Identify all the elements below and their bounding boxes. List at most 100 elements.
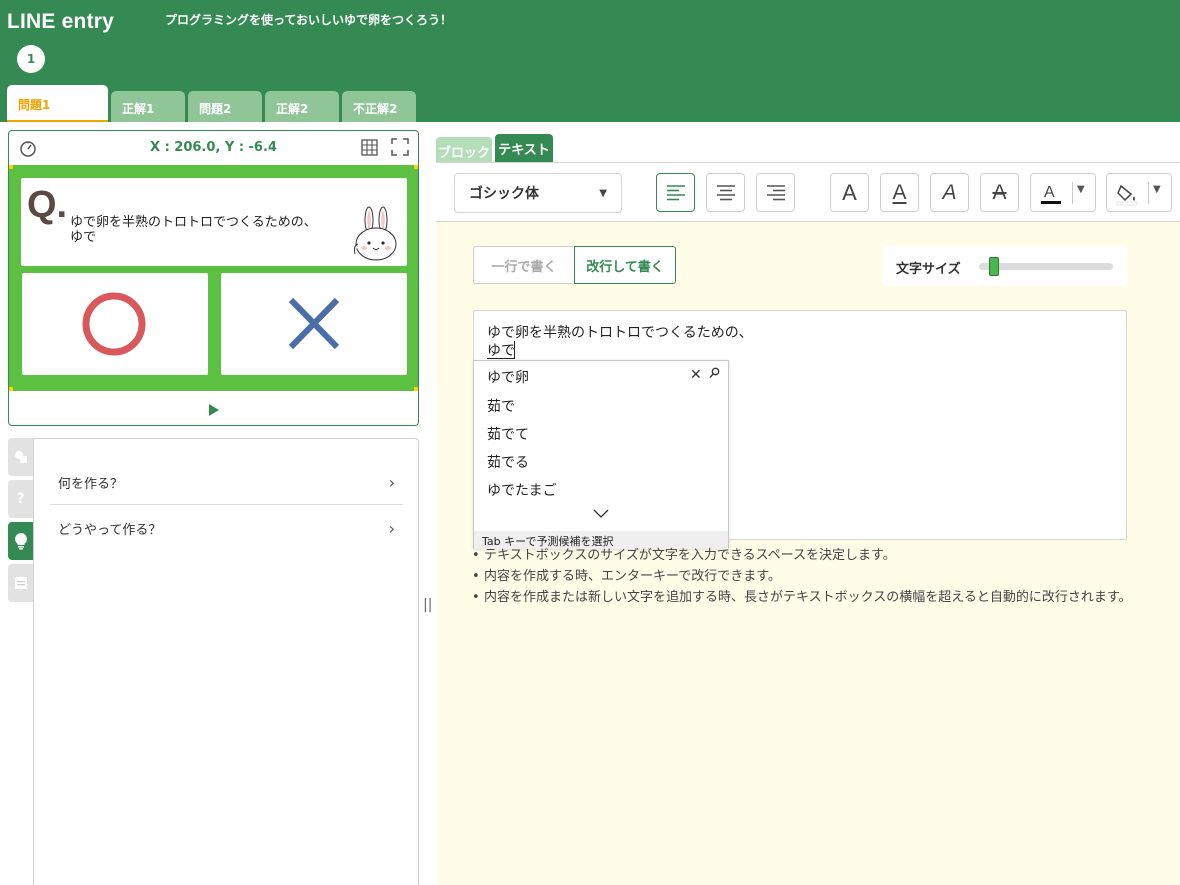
chevron-down-icon[interactable] bbox=[591, 507, 611, 521]
question-mark: Q. bbox=[27, 184, 68, 226]
text-line-composing: ゆで bbox=[487, 343, 515, 359]
ime-candidate-popup: ゆで卵 茹で 茹でて 茹でる ゆでたまご ✕ Tab キーで予測候補を選択 bbox=[473, 360, 729, 549]
question-card[interactable]: Q. ゆで卵を半熟のトロトロでつくるための、 ゆで bbox=[21, 178, 407, 266]
svg-text:A: A bbox=[1044, 184, 1055, 201]
answer-card-o[interactable] bbox=[22, 273, 208, 375]
app-logo: LINE entry bbox=[7, 10, 115, 33]
tab-question-2[interactable]: 問題2 bbox=[188, 91, 262, 122]
app-header: LINE entry プログラミングを使っておいしいゆで卵をつくろう！ 1 問題… bbox=[0, 0, 1180, 122]
side-tab-objects[interactable] bbox=[8, 438, 33, 476]
grid-icon[interactable] bbox=[361, 139, 378, 156]
resize-handle[interactable] bbox=[9, 387, 13, 391]
tab-answer-1[interactable]: 正解1 bbox=[111, 91, 185, 122]
objects-icon bbox=[14, 451, 27, 463]
answer-card-x[interactable] bbox=[221, 273, 407, 375]
resize-handle[interactable] bbox=[414, 165, 418, 169]
text-toolbar: ゴシック体 ▼ A A A A A ▼ ▼ bbox=[436, 162, 1180, 222]
scene-tabs: 問題1 正解1 問題2 正解2 不正解2 bbox=[7, 85, 419, 122]
side-tab-question[interactable]: ? bbox=[8, 480, 33, 518]
question-text: ゆで卵を半熟のトロトロでつくるための、 ゆで bbox=[70, 215, 317, 245]
divider bbox=[1148, 182, 1149, 204]
ime-candidate[interactable]: 茹でて bbox=[487, 424, 529, 444]
bold-icon: A bbox=[842, 179, 857, 205]
font-size-panel: 文字サイズ bbox=[883, 246, 1127, 286]
underline-button[interactable]: A bbox=[880, 173, 919, 212]
play-icon[interactable] bbox=[208, 404, 220, 416]
align-left-icon bbox=[666, 184, 685, 200]
help-item-what[interactable]: 何を作る？ › bbox=[50, 461, 403, 505]
font-size-slider-thumb[interactable] bbox=[989, 257, 1000, 276]
font-size-label: 文字サイズ bbox=[896, 262, 961, 277]
stage-controls bbox=[9, 395, 418, 425]
strikethrough-button[interactable]: A bbox=[980, 173, 1019, 212]
stage-toolbar: X : 206.0, Y : -6.4 bbox=[9, 131, 418, 165]
search-icon[interactable] bbox=[709, 367, 720, 379]
chevron-down-icon[interactable]: ▼ bbox=[1153, 184, 1161, 195]
dropdown-caret-icon: ▼ bbox=[599, 187, 607, 199]
text-color-button[interactable]: A ▼ bbox=[1030, 173, 1096, 212]
text-line: ゆで卵を半熟のトロトロでつくるための、 bbox=[487, 325, 753, 341]
ime-candidate[interactable]: 茹で bbox=[487, 396, 515, 416]
single-line-button[interactable]: 一行で書く bbox=[473, 246, 574, 284]
fullscreen-icon[interactable] bbox=[391, 138, 409, 156]
panel-splitter-handle[interactable]: || bbox=[423, 596, 432, 614]
multi-line-button[interactable]: 改行して書く bbox=[574, 246, 676, 284]
help-item-label: 何を作る？ bbox=[58, 477, 124, 492]
ime-candidate[interactable]: ゆでたまご bbox=[487, 480, 557, 500]
align-center-button[interactable] bbox=[706, 173, 745, 212]
side-tab-bar: ? bbox=[8, 438, 33, 606]
text-color-icon: A bbox=[1041, 184, 1061, 204]
step-number-badge[interactable]: 1 bbox=[17, 45, 45, 73]
resize-handle[interactable] bbox=[414, 387, 418, 391]
bunny-character-icon bbox=[353, 206, 397, 261]
pdf-icon bbox=[14, 577, 27, 589]
help-item-label: どうやって作る？ bbox=[58, 522, 162, 538]
chevron-right-icon: › bbox=[388, 518, 395, 538]
resize-handle[interactable] bbox=[9, 165, 13, 169]
chevron-down-icon[interactable]: ▼ bbox=[1077, 184, 1085, 195]
strikethrough-icon: A bbox=[992, 180, 1007, 204]
note-item: 内容を作成する時、エンターキーで改行できます。 bbox=[472, 568, 1132, 585]
tab-question-1[interactable]: 問題1 bbox=[7, 85, 108, 122]
fill-color-icon bbox=[1116, 184, 1138, 206]
note-item: テキストボックスのサイズが文字を入力できるスペースを決定します。 bbox=[472, 547, 1132, 564]
stage-canvas[interactable]: Q. ゆで卵を半熟のトロトロでつくるための、 ゆで bbox=[9, 165, 418, 391]
note-item: 内容を作成または新しい文字を追加する時、長さがテキストボックスの横幅を超えると自… bbox=[472, 589, 1132, 606]
bold-button[interactable]: A bbox=[830, 173, 869, 212]
align-right-icon bbox=[766, 184, 785, 200]
ime-tools: ✕ bbox=[690, 367, 720, 383]
font-family-select[interactable]: ゴシック体 ▼ bbox=[454, 173, 622, 213]
cross-x-icon bbox=[288, 297, 340, 350]
font-size-slider-track[interactable] bbox=[979, 263, 1113, 270]
project-title: プログラミングを使っておいしいゆで卵をつくろう！ bbox=[165, 13, 453, 27]
line-mode-toggle: 一行で書く 改行して書く bbox=[473, 246, 676, 284]
fill-color-button[interactable]: ▼ bbox=[1106, 173, 1172, 212]
italic-button[interactable]: A bbox=[930, 173, 969, 212]
help-item-how[interactable]: どうやって作る？ › bbox=[50, 506, 403, 550]
side-tab-pdf[interactable] bbox=[8, 564, 33, 602]
ime-candidate[interactable]: ゆで卵 bbox=[487, 367, 529, 387]
tab-wrong-answer-2[interactable]: 不正解2 bbox=[342, 91, 416, 122]
coordinate-readout: X : 206.0, Y : -6.4 bbox=[150, 140, 277, 155]
divider bbox=[1072, 182, 1073, 204]
font-family-value: ゴシック体 bbox=[469, 186, 539, 202]
ime-candidate[interactable]: 茹でる bbox=[487, 452, 529, 472]
align-right-button[interactable] bbox=[756, 173, 795, 212]
editor-notes: テキストボックスのサイズが文字を入力できるスペースを決定します。 内容を作成する… bbox=[472, 547, 1132, 610]
help-panel: 何を作る？ › どうやって作る？ › bbox=[33, 438, 419, 885]
align-left-button[interactable] bbox=[656, 173, 695, 212]
chevron-right-icon: › bbox=[388, 473, 395, 492]
tab-answer-2[interactable]: 正解2 bbox=[265, 91, 339, 122]
tab-text-mode[interactable]: テキスト bbox=[495, 134, 553, 163]
align-center-icon bbox=[716, 184, 735, 200]
circle-o-icon bbox=[82, 292, 146, 356]
close-icon[interactable]: ✕ bbox=[690, 367, 702, 383]
stage-panel: X : 206.0, Y : -6.4 Q. ゆで卵を半熟のトロトロでつくるため… bbox=[8, 130, 419, 426]
italic-icon: A bbox=[942, 180, 957, 204]
side-tab-hints[interactable] bbox=[8, 522, 33, 560]
text-caret bbox=[514, 341, 515, 359]
tab-block-mode[interactable]: ブロック bbox=[436, 137, 492, 163]
question-icon: ? bbox=[16, 491, 25, 507]
lightbulb-icon bbox=[14, 533, 27, 550]
underline-icon: A bbox=[892, 180, 907, 204]
